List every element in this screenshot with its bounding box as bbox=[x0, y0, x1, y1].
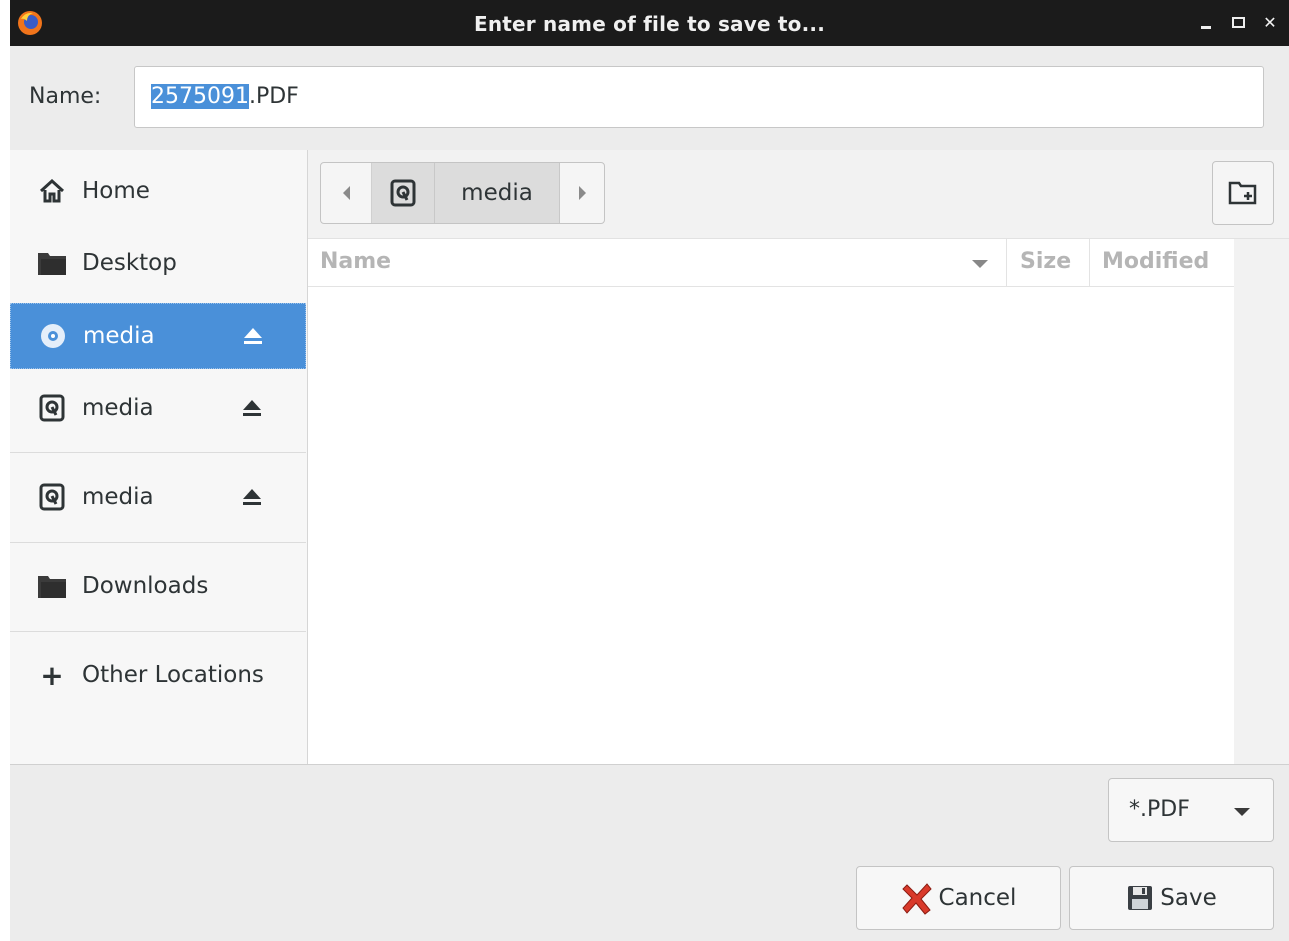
column-headers: Name Size Modified bbox=[308, 239, 1234, 287]
sidebar-item-downloads[interactable]: Downloads bbox=[10, 553, 306, 619]
sidebar-separator bbox=[10, 631, 306, 632]
maximize-button[interactable] bbox=[1229, 10, 1247, 34]
dropdown-arrow-icon bbox=[1234, 808, 1250, 816]
folder-icon bbox=[36, 247, 68, 279]
column-header-size[interactable]: Size bbox=[1020, 239, 1071, 286]
file-list-scrollbar[interactable] bbox=[1234, 239, 1289, 764]
sort-descending-icon bbox=[972, 260, 988, 268]
sidebar-item-label: Downloads bbox=[82, 573, 209, 599]
sidebar-item-media-disc[interactable]: media bbox=[10, 303, 306, 369]
cancel-label: Cancel bbox=[938, 885, 1017, 911]
name-label: Name: bbox=[29, 84, 102, 109]
window-title: Enter name of file to save to... bbox=[473, 12, 826, 36]
maximize-icon bbox=[1231, 16, 1245, 28]
path-segment-media[interactable]: media bbox=[435, 163, 560, 223]
sidebar-item-other-locations[interactable]: + Other Locations bbox=[10, 642, 306, 708]
sidebar-item-desktop[interactable]: Desktop bbox=[10, 230, 306, 296]
file-type-filter-value: *.PDF bbox=[1129, 797, 1190, 822]
save-label: Save bbox=[1160, 885, 1217, 911]
sidebar-item-media-drive-1[interactable]: media bbox=[10, 375, 306, 441]
column-header-modified[interactable]: Modified bbox=[1102, 239, 1209, 286]
location-toolbar: media bbox=[308, 150, 1289, 239]
path-root-drive-button[interactable] bbox=[372, 163, 435, 223]
eject-icon[interactable] bbox=[241, 486, 263, 508]
plus-icon: + bbox=[40, 658, 64, 692]
file-list[interactable]: Name Size Modified bbox=[308, 239, 1234, 764]
path-bar: media bbox=[320, 162, 605, 224]
dialog-footer: *.PDF Cancel Save bbox=[10, 764, 1289, 941]
sidebar-separator bbox=[10, 452, 306, 453]
filename-selected-text: 2575091 bbox=[151, 84, 249, 109]
filename-extension-text: .PDF bbox=[248, 84, 299, 109]
close-icon: ✕ bbox=[1263, 12, 1277, 32]
column-separator bbox=[1089, 239, 1090, 286]
drive-icon bbox=[36, 392, 68, 424]
path-scroll-left-button[interactable] bbox=[321, 163, 372, 223]
filename-input[interactable]: 2575091.PDF bbox=[134, 66, 1264, 128]
home-icon bbox=[36, 175, 68, 207]
sidebar-item-label: Home bbox=[82, 178, 150, 204]
sidebar-item-home[interactable]: Home bbox=[10, 158, 306, 224]
eject-icon[interactable] bbox=[241, 397, 263, 419]
save-button[interactable]: Save bbox=[1069, 866, 1274, 930]
cancel-button[interactable]: Cancel bbox=[856, 866, 1061, 930]
drive-icon bbox=[390, 179, 416, 207]
cancel-icon bbox=[901, 883, 932, 915]
name-row: Name: 2575091.PDF bbox=[10, 46, 1289, 151]
eject-icon[interactable] bbox=[242, 325, 264, 347]
folder-icon bbox=[36, 570, 68, 602]
sidebar-item-label: Other Locations bbox=[82, 662, 264, 688]
places-sidebar: Home Desktop media media media Downloads… bbox=[10, 150, 308, 764]
drive-icon bbox=[36, 481, 68, 513]
create-folder-button[interactable] bbox=[1212, 161, 1274, 225]
path-scroll-right-button[interactable] bbox=[560, 163, 604, 223]
column-separator bbox=[1006, 239, 1007, 286]
title-bar: Enter name of file to save to... ✕ bbox=[10, 0, 1289, 46]
new-folder-icon bbox=[1228, 181, 1257, 205]
optical-disc-icon bbox=[37, 320, 69, 352]
file-browser: media Name Size Modified bbox=[308, 150, 1289, 764]
minimize-icon bbox=[1201, 25, 1211, 29]
sidebar-item-media-drive-2[interactable]: media bbox=[10, 464, 306, 530]
sidebar-separator bbox=[10, 542, 306, 543]
floppy-disk-icon bbox=[1128, 886, 1153, 910]
column-header-name[interactable]: Name bbox=[320, 239, 391, 286]
chevron-right-icon bbox=[578, 186, 586, 200]
close-button[interactable]: ✕ bbox=[1261, 10, 1279, 34]
sidebar-item-label: media bbox=[82, 395, 154, 421]
sidebar-item-label: media bbox=[83, 323, 155, 349]
chevron-left-icon bbox=[342, 186, 350, 200]
sidebar-item-label: Desktop bbox=[82, 250, 177, 276]
file-type-filter-dropdown[interactable]: *.PDF bbox=[1108, 778, 1274, 842]
sidebar-item-label: media bbox=[82, 484, 154, 510]
minimize-button[interactable] bbox=[1197, 10, 1215, 34]
